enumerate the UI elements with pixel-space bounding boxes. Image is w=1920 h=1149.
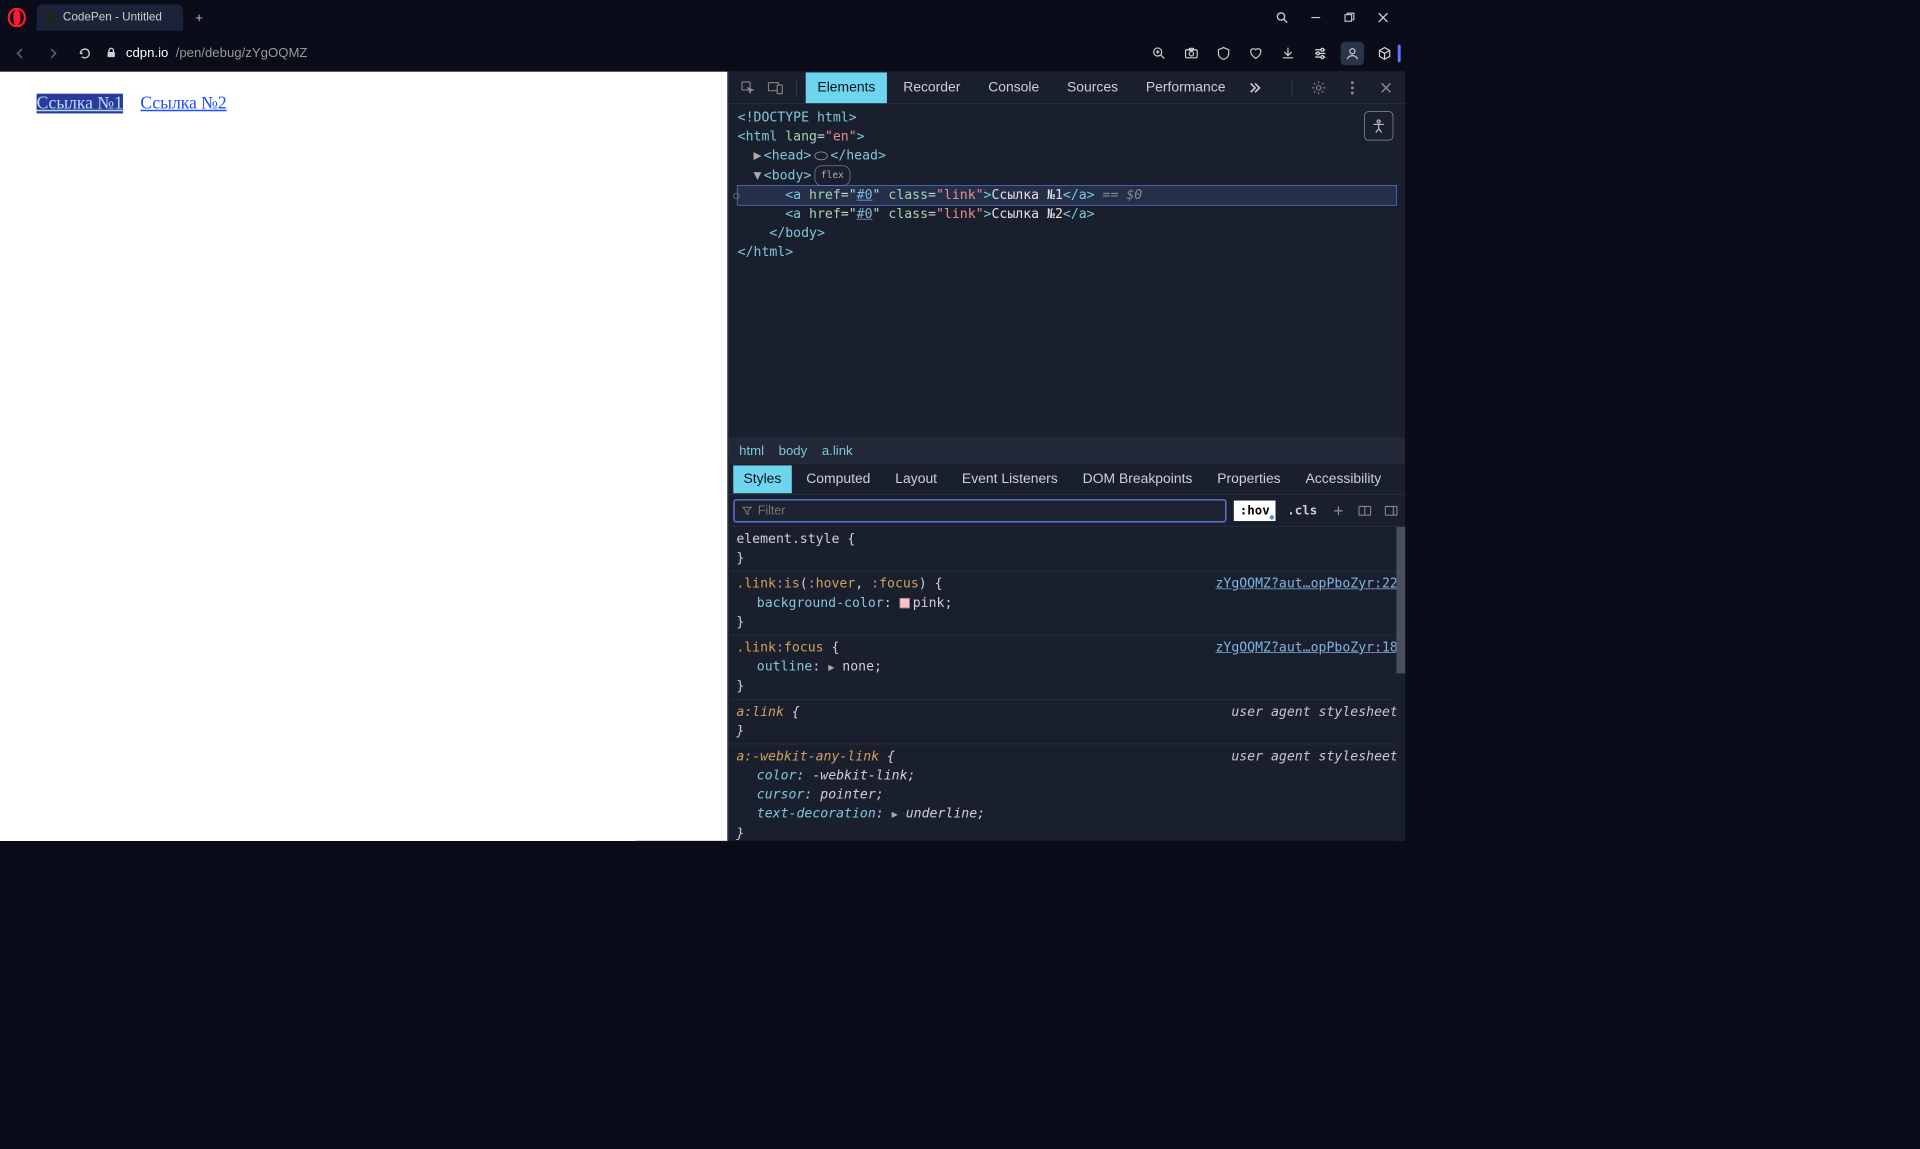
accessibility-tree-icon[interactable]: [1364, 111, 1393, 140]
breadcrumb-item[interactable]: body: [779, 443, 808, 458]
filter-input[interactable]: [758, 503, 1218, 518]
devtools-panel: Elements Recorder Console Sources Perfor…: [727, 72, 1405, 841]
tab-title: CodePen - Untitled: [63, 11, 162, 24]
page-link-1[interactable]: Ссылка №1: [37, 94, 123, 114]
tab-layout[interactable]: Layout: [885, 465, 947, 493]
tab-dom-breakpoints[interactable]: DOM Breakpoints: [1072, 465, 1202, 493]
rule-block[interactable]: zYgOQMZ?aut…opPboZyr:18 .link:focus { ou…: [729, 635, 1405, 699]
url-path: /pen/debug/zYgOQMZ: [176, 45, 308, 60]
kebab-icon[interactable]: [1341, 76, 1364, 99]
source-link[interactable]: zYgOQMZ?aut…opPboZyr:18: [1215, 638, 1397, 657]
tab-computed[interactable]: Computed: [796, 465, 881, 493]
close-devtools-icon[interactable]: [1374, 76, 1397, 99]
tab-styles[interactable]: Styles: [733, 465, 791, 493]
opera-logo[interactable]: [6, 7, 28, 29]
ua-label: user agent stylesheet: [1231, 747, 1398, 766]
tab-recorder[interactable]: Recorder: [891, 72, 972, 103]
snapshot-icon[interactable]: [1180, 41, 1203, 64]
maximize-button[interactable]: [1339, 7, 1359, 27]
titlebar: CodePen - Untitled +: [0, 0, 1405, 35]
close-button[interactable]: [1373, 7, 1393, 27]
dom-tree[interactable]: <!DOCTYPE html> <html lang="en"> ▶<head>…: [729, 104, 1405, 438]
devtools-header: Elements Recorder Console Sources Perfor…: [729, 72, 1405, 104]
cls-toggle[interactable]: .cls: [1283, 500, 1322, 520]
dom-line-selected[interactable]: <a href="#0" class="link">Ссылка №1</a> …: [738, 186, 1397, 205]
dom-line[interactable]: </html>: [738, 243, 1397, 262]
addressbar: cdpn.io/pen/debug/zYgOQMZ: [0, 35, 1405, 72]
dom-line[interactable]: </body>: [738, 224, 1397, 243]
search-tabs-icon[interactable]: [1272, 7, 1292, 27]
panel-layout-icon[interactable]: [1382, 501, 1401, 520]
new-tab-button[interactable]: +: [189, 7, 209, 27]
page-link-2[interactable]: Ссылка №2: [140, 94, 226, 114]
easy-setup-icon[interactable]: [1308, 41, 1331, 64]
styles-tabs: Styles Computed Layout Event Listeners D…: [729, 464, 1405, 495]
tab-console[interactable]: Console: [976, 72, 1050, 103]
hov-toggle[interactable]: :hov: [1234, 500, 1276, 520]
zoom-icon[interactable]: [1147, 41, 1170, 64]
rule-block[interactable]: user agent stylesheet a:link { }: [729, 700, 1405, 745]
shield-icon[interactable]: [1212, 41, 1235, 64]
browser-tab[interactable]: CodePen - Untitled: [37, 4, 183, 30]
download-icon[interactable]: [1276, 41, 1299, 64]
source-link[interactable]: zYgOQMZ?aut…opPboZyr:22: [1215, 574, 1397, 593]
device-toolbar-icon[interactable]: [764, 76, 787, 99]
dom-line[interactable]: ▼<body>flex: [738, 165, 1397, 185]
dom-line[interactable]: ▶<head></head>: [738, 146, 1397, 165]
more-tabs-icon[interactable]: [1242, 76, 1265, 99]
url-area[interactable]: cdpn.io/pen/debug/zYgOQMZ: [105, 45, 307, 60]
breadcrumb-item[interactable]: a.link: [822, 443, 853, 458]
new-rule-icon[interactable]: [1329, 501, 1348, 520]
page-content: Ссылка №1 Ссылка №2: [0, 72, 727, 841]
forward-button[interactable]: [41, 41, 64, 64]
minimize-button[interactable]: [1306, 7, 1326, 27]
styles-body[interactable]: element.style { } zYgOQMZ?aut…opPboZyr:2…: [729, 527, 1405, 841]
rule-block[interactable]: user agent stylesheet a:-webkit-any-link…: [729, 744, 1405, 841]
rule-block[interactable]: element.style { }: [729, 527, 1405, 572]
computed-toggle-icon[interactable]: [1355, 501, 1374, 520]
settings-icon[interactable]: [1307, 76, 1330, 99]
tab-favicon: [45, 12, 57, 24]
window-controls: [1272, 7, 1393, 27]
lock-icon: [105, 46, 118, 59]
url-domain: cdpn.io: [126, 45, 168, 60]
reload-button[interactable]: [73, 41, 96, 64]
tab-properties[interactable]: Properties: [1207, 465, 1291, 493]
tab-accessibility[interactable]: Accessibility: [1295, 465, 1391, 493]
back-button[interactable]: [9, 41, 32, 64]
tab-performance[interactable]: Performance: [1134, 72, 1237, 103]
tab-sources[interactable]: Sources: [1055, 72, 1129, 103]
filter-row: :hov .cls: [729, 495, 1405, 527]
tab-elements[interactable]: Elements: [806, 72, 887, 103]
cube-icon[interactable]: [1373, 41, 1396, 64]
ua-label: user agent stylesheet: [1231, 703, 1398, 722]
heart-icon[interactable]: [1244, 41, 1267, 64]
rule-block[interactable]: zYgOQMZ?aut…opPboZyr:22 .link:is(:hover,…: [729, 572, 1405, 636]
filter-icon: [742, 505, 752, 515]
breadcrumb-item[interactable]: html: [739, 443, 764, 458]
breadcrumb: html body a.link: [729, 438, 1405, 464]
filter-input-wrap[interactable]: [733, 499, 1226, 522]
dom-line[interactable]: <html lang="en">: [738, 127, 1397, 146]
profile-button[interactable]: [1341, 41, 1364, 64]
dom-line[interactable]: <!DOCTYPE html>: [738, 108, 1397, 127]
tab-event-listeners[interactable]: Event Listeners: [952, 465, 1068, 493]
scrollbar[interactable]: [1396, 527, 1405, 841]
inspect-element-icon[interactable]: [736, 76, 759, 99]
dom-line[interactable]: <a href="#0" class="link">Ссылка №2</a>: [738, 205, 1397, 224]
